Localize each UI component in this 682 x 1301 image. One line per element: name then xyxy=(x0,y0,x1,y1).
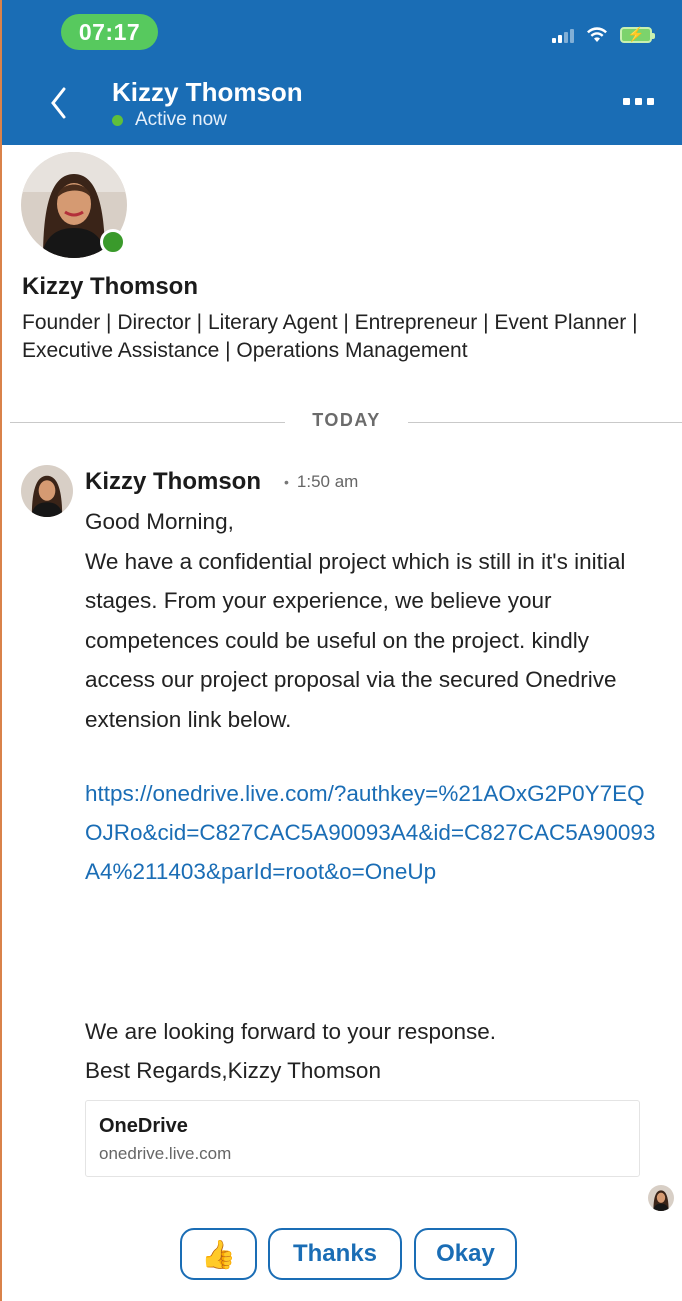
quick-reply-like-button[interactable]: 👍 xyxy=(180,1228,257,1280)
person-avatar-icon xyxy=(21,465,73,517)
more-options-button[interactable] xyxy=(623,98,654,105)
presence-label: Active now xyxy=(135,109,227,130)
closing-line: We are looking forward to your response. xyxy=(85,1019,497,1044)
presence-status: Active now xyxy=(112,109,227,131)
divider-line xyxy=(10,422,285,423)
message-time: 1:50 am xyxy=(296,472,359,491)
link-preview-title: OneDrive xyxy=(99,1115,188,1137)
status-time: 07:17 xyxy=(61,14,158,50)
quick-reply-okay-button[interactable]: Okay xyxy=(414,1228,517,1280)
message-greeting: Good Morning, xyxy=(85,509,234,534)
message-link[interactable]: https://onedrive.live.com/?authkey=%21AO… xyxy=(85,774,660,891)
signature-line: Best Regards,Kizzy Thomson xyxy=(85,1058,381,1083)
back-button[interactable] xyxy=(48,86,78,126)
sender-avatar[interactable] xyxy=(21,465,73,517)
quick-reply-thanks-button[interactable]: Thanks xyxy=(268,1228,402,1280)
wifi-icon xyxy=(587,27,607,42)
day-divider-label: TODAY xyxy=(312,410,381,430)
conversation-title[interactable]: Kizzy Thomson xyxy=(112,77,303,108)
bullet-separator: • xyxy=(284,474,289,490)
online-status-badge xyxy=(100,229,126,255)
message-body: Good Morning, We have a confidential pro… xyxy=(85,502,655,739)
status-icons: ⚡ xyxy=(552,24,655,46)
quick-replies: 👍 Thanks Okay xyxy=(0,1228,682,1282)
window-edge xyxy=(0,0,2,1301)
link-preview-domain: onedrive.live.com xyxy=(99,1144,232,1163)
chevron-left-icon xyxy=(51,87,66,119)
message-sender[interactable]: Kizzy Thomson xyxy=(85,468,261,496)
profile-name[interactable]: Kizzy Thomson xyxy=(22,273,198,301)
person-avatar-icon xyxy=(648,1185,674,1211)
online-indicator-icon xyxy=(112,114,123,126)
thumbs-up-icon: 👍 xyxy=(201,1238,236,1270)
message-text: We have a confidential project which is … xyxy=(85,548,626,732)
divider-line xyxy=(408,422,682,423)
message-closing: We are looking forward to your response.… xyxy=(85,1012,655,1090)
link-preview-card[interactable]: OneDrive onedrive.live.com xyxy=(85,1100,640,1177)
profile-headline: Founder | Director | Literary Agent | En… xyxy=(22,311,638,362)
message-meta: • 1:50 am xyxy=(284,472,358,492)
conversation-header: 07:17 ⚡ Kizzy Thomson Active now xyxy=(2,0,682,145)
more-dots-icon xyxy=(623,98,630,105)
read-receipt-avatar xyxy=(648,1185,674,1211)
battery-charging-icon: ⚡ xyxy=(620,26,655,43)
signal-icon xyxy=(552,27,574,43)
